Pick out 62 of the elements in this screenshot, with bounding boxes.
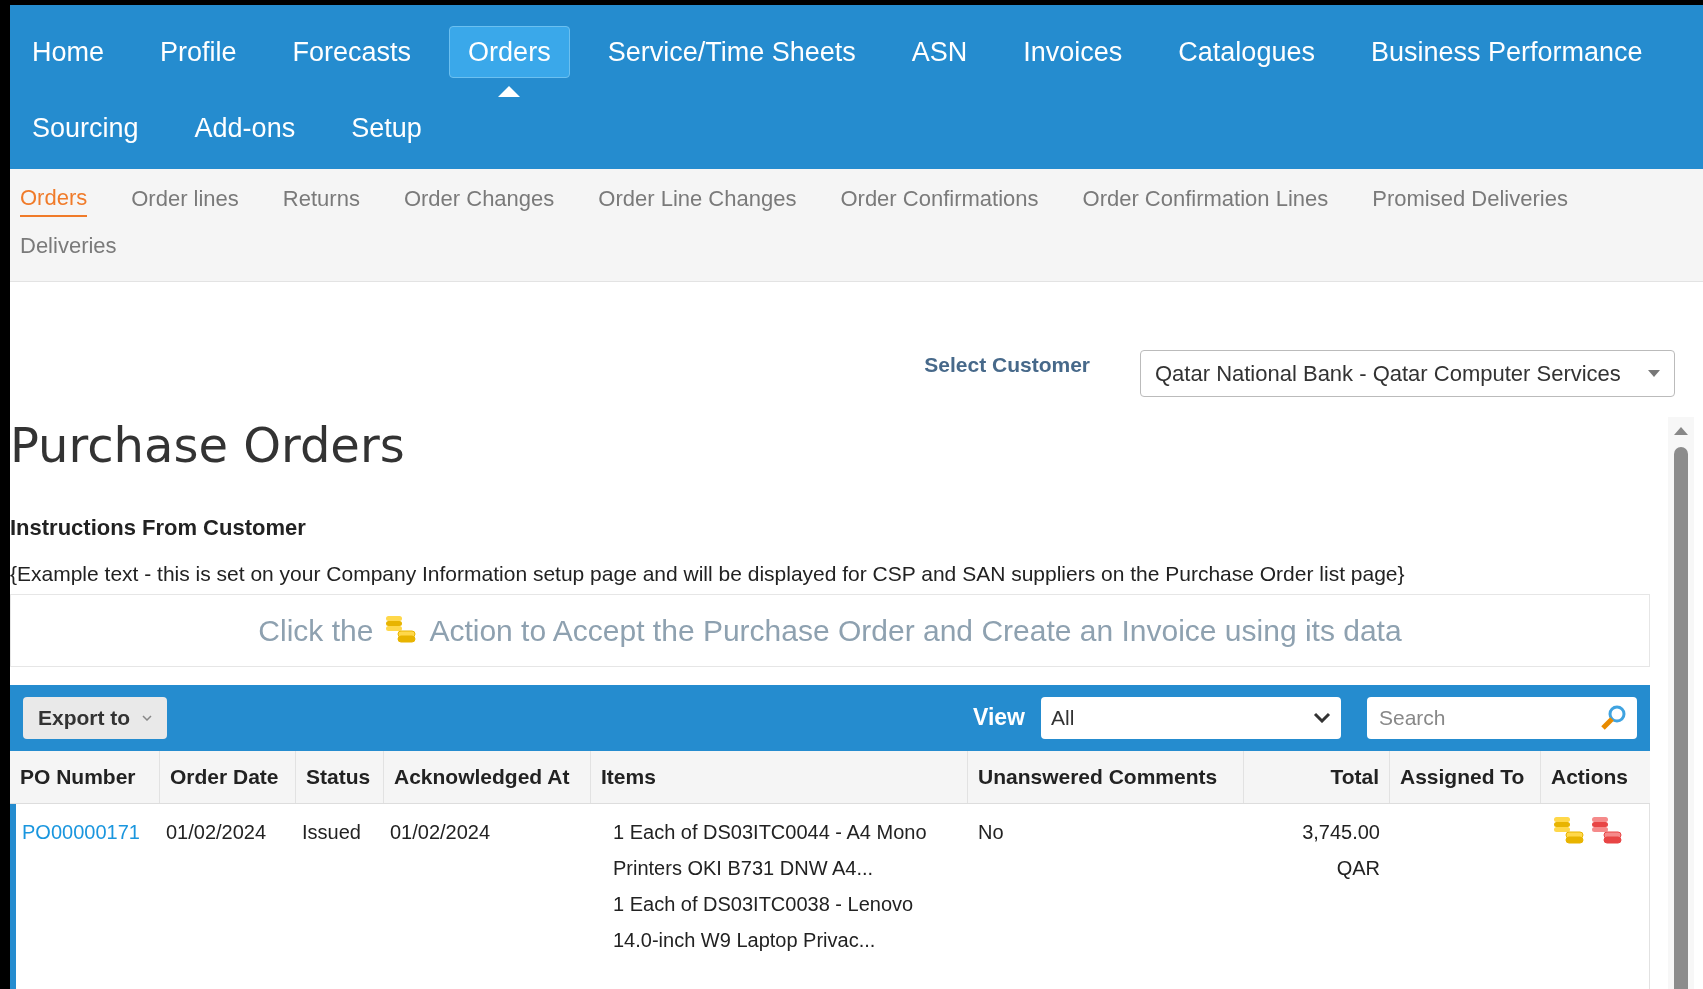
search-field[interactable]: Search <box>1367 696 1637 739</box>
export-button[interactable]: Export to <box>23 696 168 739</box>
nav-tab[interactable]: Setup <box>333 102 440 154</box>
select-customer-label: Select Customer <box>924 351 1090 378</box>
view-dropdown[interactable]: All <box>1041 696 1341 739</box>
sub-nav-tab[interactable]: Deliveries <box>20 226 117 264</box>
sub-nav-tab[interactable]: Order lines <box>131 179 239 217</box>
total-amount: 3,745.00 <box>1302 819 1380 845</box>
nav-tab[interactable]: Invoices <box>1005 26 1141 78</box>
column-header: Order Date <box>160 750 296 803</box>
hint-text: Click the <box>258 612 374 649</box>
order-date-cell: 01/02/2024 <box>166 820 267 843</box>
customer-dropdown[interactable]: Qatar National Bank - Qatar Computer Services <box>1140 350 1675 397</box>
acknowledged-date-cell: 01/02/2024 <box>390 820 491 843</box>
nav-tab[interactable]: Profile <box>142 26 255 78</box>
column-header: Actions <box>1550 763 1629 790</box>
coins-icon <box>1553 815 1585 846</box>
nav-tab[interactable]: Service/Time Sheets <box>589 26 874 78</box>
column-header: Assigned To <box>1390 750 1541 803</box>
view-label: View <box>973 703 1025 733</box>
nav-tab[interactable]: ASN <box>893 26 986 78</box>
column-header: Unanswered Comments <box>968 750 1244 803</box>
sub-nav-tab[interactable]: Order Confirmation Lines <box>1082 179 1329 217</box>
hint-text: Action to Accept the Purchase Order and Create an Invoice using its data <box>429 612 1402 649</box>
sub-nav-tab[interactable]: Order Confirmations <box>840 179 1039 217</box>
reject-coins-icon[interactable] <box>1591 815 1623 846</box>
nav-tab[interactable]: Orders <box>449 26 570 78</box>
nav-tab[interactable]: Add-ons <box>176 102 314 154</box>
column-header: Total <box>1244 750 1390 803</box>
search-icon <box>1599 703 1627 732</box>
nav-tab[interactable]: Forecasts <box>274 26 430 78</box>
column-header: PO Number <box>10 750 160 803</box>
po-number-link[interactable]: PO00000171 <box>22 820 140 843</box>
column-header: Acknowledged At <box>384 750 591 803</box>
instructions-text: {Example text - this is set on your Company Information setup page and will be displayed for CSP and SAN suppliers on the Purchase Order list page} <box>10 561 1406 587</box>
dropdown-caret-icon <box>1648 369 1660 378</box>
status-cell: Issued <box>302 820 361 843</box>
coins-icon <box>1591 815 1623 846</box>
item-description: 1 Each of DS03ITC0038 - Lenovo 14.0-inch W9 Laptop Privac... <box>613 891 915 953</box>
chevron-down-icon <box>1313 712 1331 723</box>
comments-cell: No <box>978 820 1004 843</box>
item-description: 1 Each of DS03ITC0044 - A4 Mono Printers OKI B731 DNW A4... <box>613 819 928 881</box>
sub-nav-tab[interactable]: Order Changes <box>403 179 555 217</box>
caret-icon <box>142 714 153 721</box>
scrollbar-thumb[interactable] <box>1674 447 1688 989</box>
currency-code: QAR <box>1336 855 1380 881</box>
nav-tab[interactable]: Catalogues <box>1160 26 1333 78</box>
sub-nav-tab[interactable]: Order Line Changes <box>598 179 797 217</box>
nav-tab[interactable]: Sourcing <box>14 102 157 154</box>
coins-icon <box>385 615 418 645</box>
column-header: Status <box>296 750 384 803</box>
column-header: Items <box>591 750 968 803</box>
nav-tab[interactable]: Home <box>14 26 123 78</box>
sub-nav-tab[interactable]: Promised Deliveries <box>1372 179 1568 217</box>
scroll-up-arrow-icon[interactable] <box>1674 427 1688 435</box>
instructions-heading: Instructions From Customer <box>10 514 307 542</box>
sub-nav-tab[interactable]: Orders <box>20 179 88 217</box>
accept-coins-icon[interactable] <box>1553 815 1585 846</box>
active-tab-pointer-icon <box>498 86 521 97</box>
page-title: Purchase Orders <box>10 421 406 469</box>
nav-tab[interactable]: Business Performance <box>1352 26 1661 78</box>
sub-nav-tab[interactable]: Returns <box>282 179 360 217</box>
